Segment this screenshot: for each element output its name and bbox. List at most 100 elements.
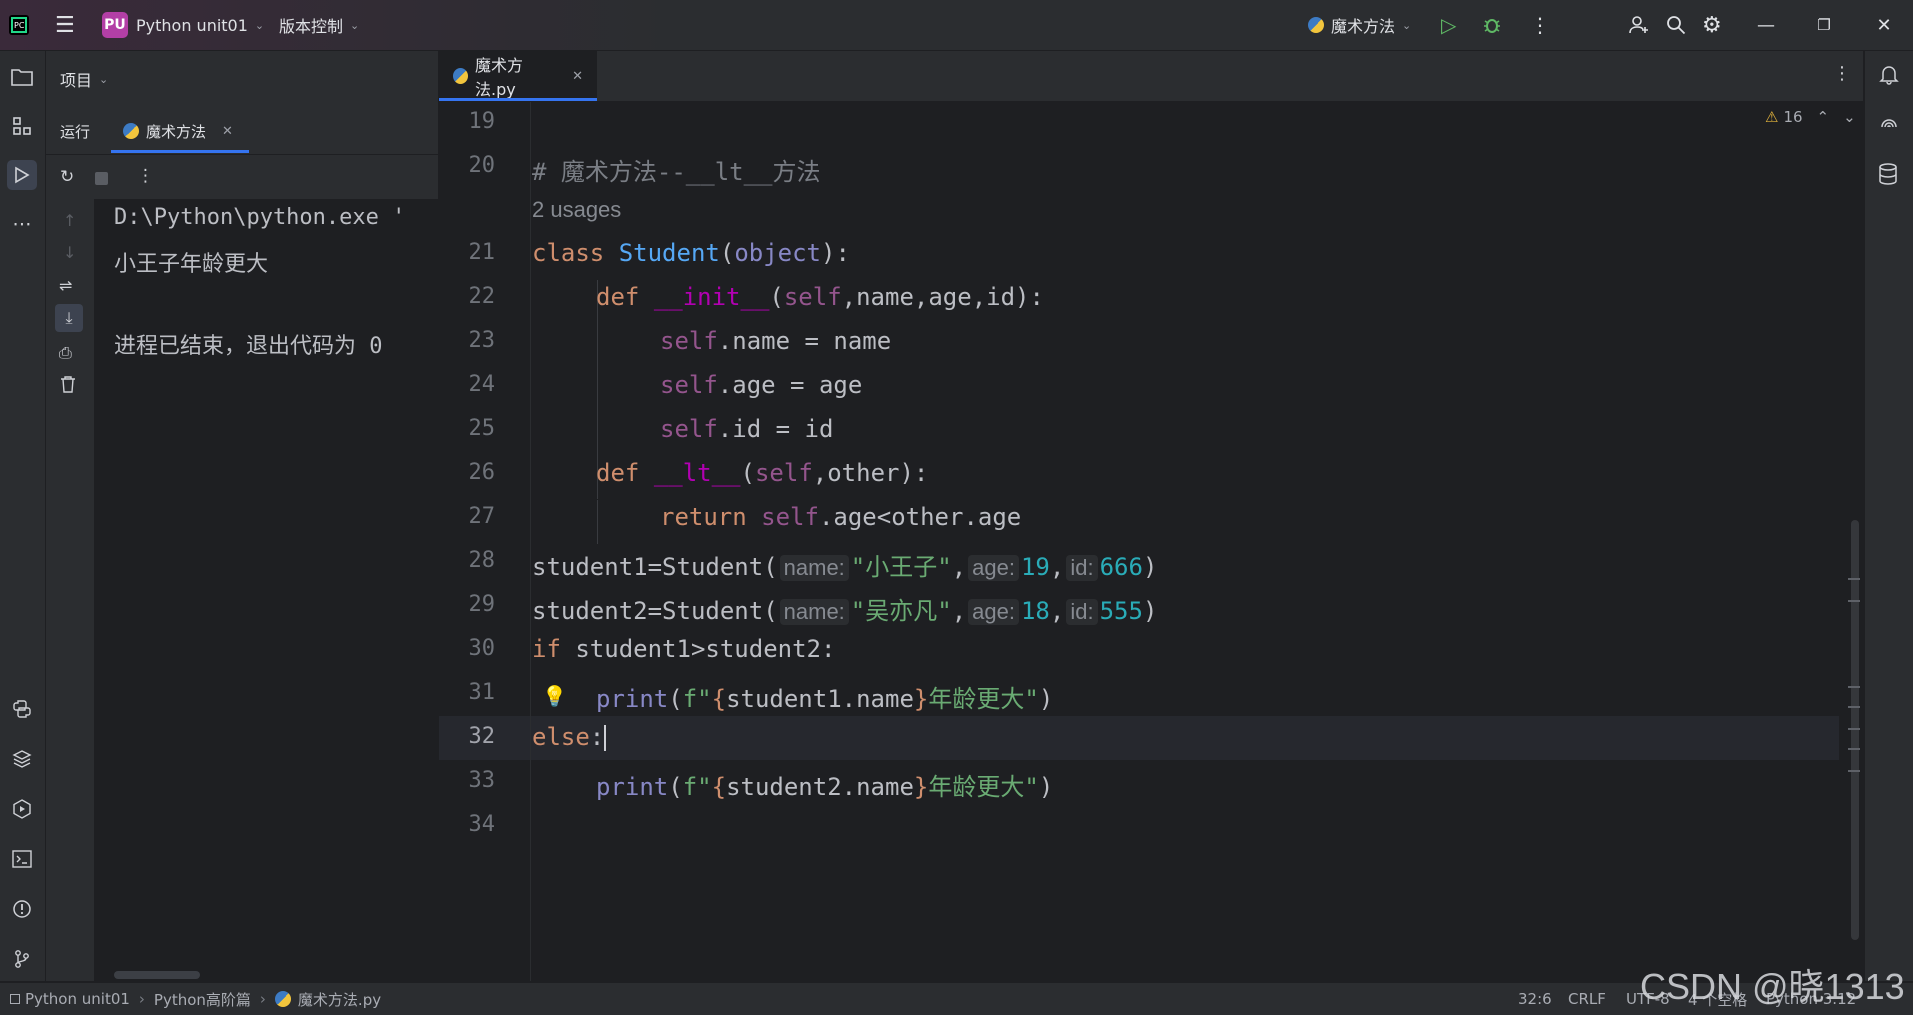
more-options-icon[interactable]: ⋮ [137, 166, 154, 186]
line-ending[interactable]: CRLF [1568, 983, 1606, 1015]
close-icon[interactable]: ✕ [1856, 0, 1912, 50]
line-number: 25 [468, 416, 496, 441]
up-arrow-icon[interactable]: ↑ [63, 211, 76, 230]
usages-hint[interactable]: 2 usages [532, 197, 621, 223]
chevron-down-icon: ⌄ [254, 18, 265, 32]
debug-icon[interactable] [1482, 0, 1502, 50]
param-hint: id: [1066, 599, 1098, 625]
close-tab-icon[interactable]: ✕ [572, 69, 583, 84]
function-name: __lt__ [653, 459, 741, 487]
code-line-student2: student2=Student(name: "吴亦凡", age: 18, id: 55… [532, 597, 1158, 625]
database-icon[interactable] [1878, 163, 1898, 189]
run-console-output[interactable]: D:\Python\python.exe ' 小王子年龄更大 进程已结束，退出代… [94, 199, 438, 981]
line-number: 29 [468, 592, 496, 617]
param-hint: age: [968, 555, 1019, 581]
code-line-comment: # 魔术方法--__lt__方法 [532, 158, 821, 186]
tab-underline [439, 98, 597, 101]
lightbulb-icon[interactable]: 💡 [542, 684, 567, 708]
minimize-icon[interactable]: — [1738, 0, 1794, 50]
editor-file-tab[interactable]: 魔术方法.py ✕ [439, 51, 597, 101]
breadcrumb-project[interactable]: Python unit01 [25, 990, 130, 1008]
restore-icon[interactable]: ❐ [1796, 0, 1852, 50]
self-keyword: self [660, 327, 718, 355]
code-line: self.name = name [660, 327, 891, 355]
builtin: print [596, 685, 669, 713]
trash-icon[interactable] [60, 375, 76, 397]
self-keyword: self [754, 459, 813, 487]
vcs-menu[interactable]: 版本控制 ⌄ [279, 0, 359, 50]
code-line-return: return self.age<other.age [660, 503, 1021, 531]
vcs-label: 版本控制 [279, 17, 344, 36]
param-hint: age: [968, 599, 1019, 625]
code-line-class: class Student(object): [532, 239, 850, 267]
line-number: 28 [468, 548, 496, 573]
git-branch-icon[interactable] [7, 944, 37, 974]
soft-wrap-icon[interactable]: ⇌ [59, 276, 72, 295]
project-view-selector[interactable]: 项目 ⌄ [60, 67, 108, 91]
down-arrow-icon[interactable]: ↓ [63, 243, 76, 262]
problems-icon[interactable] [7, 894, 37, 924]
vertical-scrollbar[interactable] [1851, 520, 1859, 940]
tab-options-icon[interactable]: ⋮ [1833, 63, 1851, 84]
number-literal: 555 [1099, 597, 1143, 625]
line-number: 34 [468, 812, 496, 837]
caret-position[interactable]: 32:6 [1518, 983, 1552, 1015]
scroll-to-end-icon[interactable]: ⤓ [55, 304, 83, 332]
python-icon [274, 991, 291, 1007]
terminal-icon[interactable] [7, 844, 37, 874]
code-line-print1: print(f"{student1.name}年龄更大") [596, 685, 1054, 713]
close-tab-icon[interactable]: ✕ [222, 124, 233, 139]
line-number: 31 [468, 680, 496, 705]
self-keyword: self [660, 371, 718, 399]
line-number: 33 [468, 768, 496, 793]
keyword: def [596, 459, 640, 487]
param-hint: name: [779, 599, 849, 625]
expression: .age<other.age [818, 503, 1022, 531]
chevron-down-icon: ⌄ [1402, 18, 1412, 32]
current-line-highlight [439, 716, 1839, 760]
editor-tab-bar: 魔术方法.py ✕ ⋮ [439, 51, 1863, 102]
run-config-selector[interactable]: 魔术方法 ⌄ [1308, 0, 1411, 50]
run-icon[interactable]: ▷ [1441, 0, 1456, 50]
project-selector[interactable]: PU Python unit01 ⌄ [102, 0, 264, 50]
run-config-label: 魔术方法 [1331, 17, 1396, 36]
add-user-icon[interactable] [1628, 0, 1650, 50]
chevron-up-icon[interactable]: ⌃ [1817, 108, 1830, 126]
python-console-icon[interactable] [7, 694, 37, 724]
run-config-tab[interactable]: 魔术方法 ✕ [111, 109, 261, 153]
main-menu-icon[interactable]: ☰ [55, 0, 75, 50]
structure-icon[interactable] [7, 111, 37, 141]
run-side-toolbar: ↑ ↓ ⇌ ⤓ ⎙ [46, 199, 94, 981]
warning-icon: ⚠ [1765, 108, 1779, 126]
keyword: class [532, 239, 605, 267]
breadcrumb-folder[interactable]: Python高阶篇 [154, 989, 251, 1010]
string-literal: "小王子" [850, 553, 952, 581]
string-literal: 年龄更大" [928, 685, 1039, 713]
horizontal-scrollbar[interactable] [114, 971, 200, 979]
services-icon[interactable] [7, 794, 37, 824]
more-actions-icon[interactable]: ⋮ [1530, 0, 1550, 50]
project-folder-icon[interactable] [7, 62, 37, 92]
code-editor[interactable] [439, 102, 1863, 981]
scroll-marker [1848, 706, 1860, 708]
function-name: __init__ [653, 283, 770, 311]
expression: student2.name [726, 773, 914, 801]
settings-gear-icon[interactable]: ⚙ [1702, 0, 1722, 50]
breadcrumb-file[interactable]: 魔术方法.py [298, 989, 381, 1010]
line-number: 27 [468, 504, 496, 529]
stop-icon[interactable] [95, 172, 108, 185]
string-literal: 年龄更大" [928, 773, 1039, 801]
inspection-widget[interactable]: ⚠ 16 ⌃ ⌄ [1765, 108, 1856, 126]
chevron-down-icon[interactable]: ⌄ [1843, 108, 1856, 126]
print-icon[interactable]: ⎙ [59, 343, 72, 363]
search-icon[interactable] [1666, 0, 1686, 50]
more-tools-icon[interactable]: ⋯ [7, 209, 37, 239]
rerun-icon[interactable]: ↻ [60, 167, 74, 187]
layers-icon[interactable] [7, 744, 37, 774]
self-keyword: self [761, 503, 819, 531]
notifications-bell-icon[interactable] [1878, 63, 1900, 89]
ai-assistant-icon[interactable] [1878, 113, 1900, 139]
pycharm-logo-icon[interactable]: PC [8, 0, 30, 50]
run-tool-icon[interactable] [7, 160, 37, 190]
line-number: 20 [468, 153, 496, 178]
